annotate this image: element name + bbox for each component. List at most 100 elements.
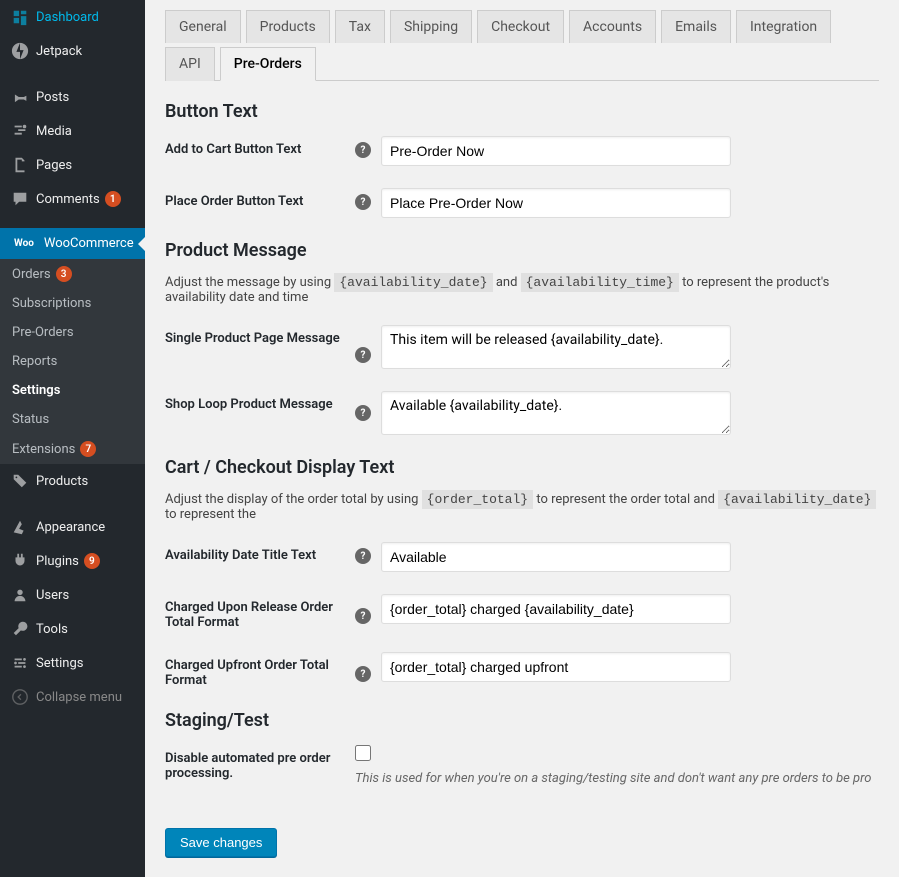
sidebar-item-media[interactable]: Media: [0, 114, 145, 148]
sidebar-label: Settings: [36, 656, 83, 671]
submenu-status[interactable]: Status: [0, 405, 145, 434]
sidebar-label: Posts: [36, 90, 69, 105]
checkbox-disable-auto[interactable]: [355, 745, 371, 761]
code-order-total: {order_total}: [422, 490, 533, 509]
sidebar-item-pages[interactable]: Pages: [0, 148, 145, 182]
tab-accounts[interactable]: Accounts: [569, 10, 656, 43]
section-staging: Staging/Test: [165, 710, 879, 731]
submenu-orders[interactable]: Orders3: [0, 259, 145, 289]
tab-api[interactable]: API: [165, 47, 215, 81]
settings-icon: [10, 654, 30, 672]
pin-icon: [10, 88, 30, 106]
tab-general[interactable]: General: [165, 10, 241, 43]
sidebar-item-appearance[interactable]: Appearance: [0, 510, 145, 544]
submenu-subscriptions[interactable]: Subscriptions: [0, 289, 145, 318]
sidebar-label: Plugins: [36, 554, 79, 569]
help-icon[interactable]: ?: [355, 194, 371, 210]
sidebar-item-settings[interactable]: Settings: [0, 646, 145, 680]
sidebar-label: Dashboard: [36, 10, 99, 25]
sidebar-label: Products: [36, 474, 88, 489]
collapse-icon: [10, 688, 30, 706]
sidebar-item-users[interactable]: Users: [0, 578, 145, 612]
label-charged-upfront: Charged Upfront Order Total Format: [165, 652, 355, 688]
disable-auto-description: This is used for when you're on a stagin…: [355, 771, 871, 786]
help-icon[interactable]: ?: [355, 405, 371, 421]
tab-tax[interactable]: Tax: [335, 10, 385, 43]
sidebar-label: Jetpack: [36, 44, 82, 59]
section-button-text: Button Text: [165, 101, 879, 122]
cart-checkout-description: Adjust the display of the order total by…: [165, 492, 879, 522]
appearance-icon: [10, 518, 30, 536]
input-charged-release[interactable]: [381, 594, 731, 624]
tab-preorders[interactable]: Pre-Orders: [220, 47, 316, 81]
sidebar-item-dashboard[interactable]: Dashboard: [0, 0, 145, 34]
input-charged-upfront[interactable]: [381, 652, 731, 682]
comments-badge: 1: [105, 191, 121, 207]
help-icon[interactable]: ?: [355, 666, 371, 682]
tab-shipping[interactable]: Shipping: [390, 10, 472, 43]
orders-badge: 3: [56, 266, 72, 282]
submenu-reports[interactable]: Reports: [0, 347, 145, 376]
code-availability-date: {availability_date}: [718, 490, 876, 509]
sidebar-item-collapse[interactable]: Collapse menu: [0, 680, 145, 714]
sidebar-item-jetpack[interactable]: Jetpack: [0, 34, 145, 68]
input-add-to-cart[interactable]: [381, 136, 731, 166]
sidebar-label: Comments: [36, 192, 100, 207]
comment-icon: [10, 190, 30, 208]
label-shop-loop: Shop Loop Product Message: [165, 391, 355, 412]
tab-products[interactable]: Products: [246, 10, 330, 43]
submenu-extensions[interactable]: Extensions7: [0, 434, 145, 464]
code-availability-time: {availability_time}: [521, 273, 679, 292]
submenu-preorders[interactable]: Pre-Orders: [0, 318, 145, 347]
dashboard-icon: [10, 8, 30, 26]
label-place-order: Place Order Button Text: [165, 188, 355, 209]
save-button[interactable]: Save changes: [165, 828, 277, 857]
input-place-order[interactable]: [381, 188, 731, 218]
woocommerce-icon: Woo: [10, 237, 38, 250]
code-availability-date: {availability_date}: [334, 273, 492, 292]
sidebar-label: Users: [36, 588, 69, 603]
sidebar-item-comments[interactable]: Comments 1: [0, 182, 145, 216]
tab-checkout[interactable]: Checkout: [477, 10, 564, 43]
textarea-single-product[interactable]: This item will be released {availability…: [381, 325, 731, 369]
sidebar-item-plugins[interactable]: Plugins 9: [0, 544, 145, 578]
help-icon[interactable]: ?: [355, 347, 371, 363]
section-cart-checkout: Cart / Checkout Display Text: [165, 457, 879, 478]
woocommerce-submenu: Orders3 Subscriptions Pre-Orders Reports…: [0, 259, 145, 464]
sidebar-label: Media: [36, 124, 72, 139]
sidebar-item-products[interactable]: Products: [0, 464, 145, 498]
label-avail-date-title: Availability Date Title Text: [165, 542, 355, 563]
submenu-settings[interactable]: Settings: [0, 376, 145, 405]
label-disable-auto: Disable automated pre order processing.: [165, 745, 355, 781]
sidebar-item-woocommerce[interactable]: Woo WooCommerce: [0, 228, 145, 259]
help-icon[interactable]: ?: [355, 548, 371, 564]
textarea-shop-loop[interactable]: Available {availability_date}.: [381, 391, 731, 435]
sidebar-label: WooCommerce: [44, 236, 134, 251]
settings-tabs: General Products Tax Shipping Checkout A…: [165, 10, 879, 81]
sidebar-label: Tools: [36, 622, 68, 637]
sidebar-label: Collapse menu: [36, 690, 122, 705]
plugins-icon: [10, 552, 30, 570]
label-single-product: Single Product Page Message: [165, 325, 355, 346]
help-icon[interactable]: ?: [355, 608, 371, 624]
sidebar-item-tools[interactable]: Tools: [0, 612, 145, 646]
help-icon[interactable]: ?: [355, 142, 371, 158]
media-icon: [10, 122, 30, 140]
tools-icon: [10, 620, 30, 638]
users-icon: [10, 586, 30, 604]
products-icon: [10, 472, 30, 490]
product-message-description: Adjust the message by using {availabilit…: [165, 275, 879, 305]
tab-emails[interactable]: Emails: [661, 10, 731, 43]
jetpack-icon: [10, 42, 30, 60]
tab-integration[interactable]: Integration: [736, 10, 831, 43]
label-charged-release: Charged Upon Release Order Total Format: [165, 594, 355, 630]
sidebar-label: Pages: [36, 158, 72, 173]
input-avail-date-title[interactable]: [381, 542, 731, 572]
plugins-badge: 9: [84, 553, 100, 569]
admin-sidebar: Dashboard Jetpack Posts Media Pages Comm…: [0, 0, 145, 877]
sidebar-label: Appearance: [36, 520, 105, 535]
pages-icon: [10, 156, 30, 174]
sidebar-item-posts[interactable]: Posts: [0, 80, 145, 114]
section-product-message: Product Message: [165, 240, 879, 261]
main-content: General Products Tax Shipping Checkout A…: [145, 0, 899, 877]
